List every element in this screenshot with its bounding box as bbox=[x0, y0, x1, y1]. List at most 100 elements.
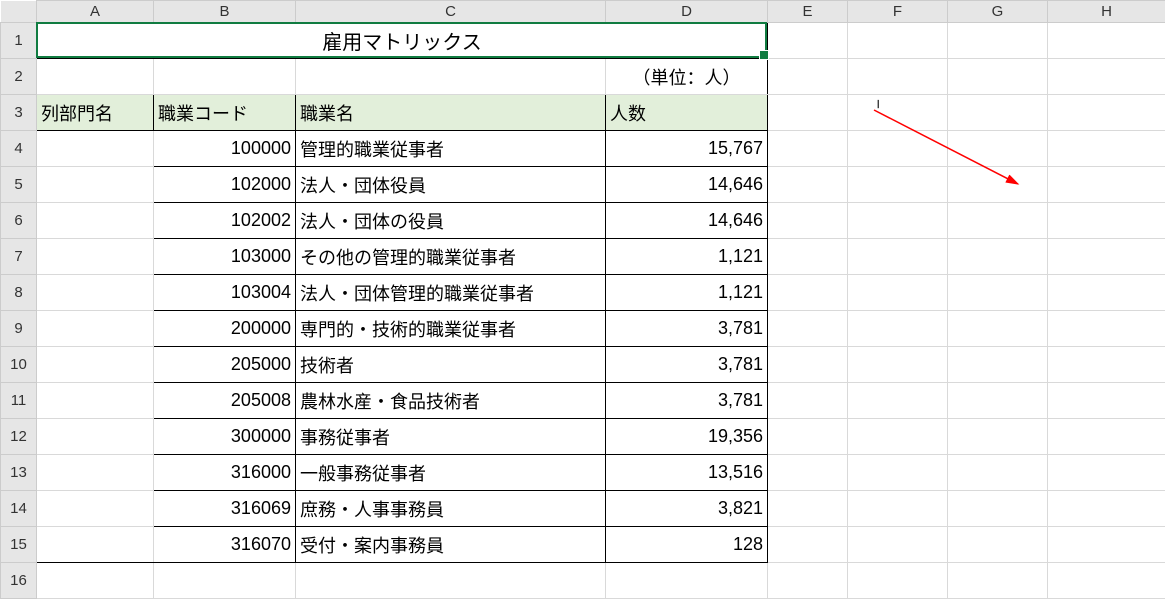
cell-H14[interactable] bbox=[1048, 491, 1165, 527]
cell-E1[interactable] bbox=[768, 23, 848, 59]
row-header-5[interactable]: 5 bbox=[1, 167, 37, 203]
cell-F8[interactable] bbox=[848, 275, 948, 311]
title-cell[interactable]: 雇用マトリックス bbox=[37, 23, 768, 59]
cell-E16[interactable] bbox=[768, 563, 848, 599]
cell-G4[interactable] bbox=[948, 131, 1048, 167]
cell-D16[interactable] bbox=[606, 563, 768, 599]
cell-H7[interactable] bbox=[1048, 239, 1165, 275]
header-occ-name[interactable]: 職業名 bbox=[296, 95, 606, 131]
cell-C4[interactable]: 管理的職業従事者 bbox=[296, 131, 606, 167]
cell-A5[interactable] bbox=[37, 167, 154, 203]
row-header-4[interactable]: 4 bbox=[1, 131, 37, 167]
col-header-E[interactable]: E bbox=[768, 1, 848, 23]
cell-A8[interactable] bbox=[37, 275, 154, 311]
cell-F4[interactable] bbox=[848, 131, 948, 167]
cell-C10[interactable]: 技術者 bbox=[296, 347, 606, 383]
cell-G5[interactable] bbox=[948, 167, 1048, 203]
cell-G15[interactable] bbox=[948, 527, 1048, 563]
cell-D6[interactable]: 14,646 bbox=[606, 203, 768, 239]
cell-G16[interactable] bbox=[948, 563, 1048, 599]
cell-G9[interactable] bbox=[948, 311, 1048, 347]
cell-F14[interactable] bbox=[848, 491, 948, 527]
row-header-16[interactable]: 16 bbox=[1, 563, 37, 599]
select-all-corner[interactable] bbox=[1, 1, 37, 23]
cell-E15[interactable] bbox=[768, 527, 848, 563]
cell-F13[interactable] bbox=[848, 455, 948, 491]
cell-H9[interactable] bbox=[1048, 311, 1165, 347]
cell-C8[interactable]: 法人・団体管理的職業従事者 bbox=[296, 275, 606, 311]
cell-E7[interactable] bbox=[768, 239, 848, 275]
cell-D8[interactable]: 1,121 bbox=[606, 275, 768, 311]
cell-H10[interactable] bbox=[1048, 347, 1165, 383]
cell-B15[interactable]: 316070 bbox=[154, 527, 296, 563]
col-header-C[interactable]: C bbox=[296, 1, 606, 23]
cell-G8[interactable] bbox=[948, 275, 1048, 311]
row-header-12[interactable]: 12 bbox=[1, 419, 37, 455]
spreadsheet-grid[interactable]: A B C D E F G H 1 雇用マトリックス bbox=[0, 0, 1165, 599]
cell-F6[interactable] bbox=[848, 203, 948, 239]
row-header-8[interactable]: 8 bbox=[1, 275, 37, 311]
col-header-A[interactable]: A bbox=[37, 1, 154, 23]
cell-A9[interactable] bbox=[37, 311, 154, 347]
cell-G2[interactable] bbox=[948, 59, 1048, 95]
cell-E10[interactable] bbox=[768, 347, 848, 383]
cell-A4[interactable] bbox=[37, 131, 154, 167]
cell-E4[interactable] bbox=[768, 131, 848, 167]
row-header-10[interactable]: 10 bbox=[1, 347, 37, 383]
cell-E6[interactable] bbox=[768, 203, 848, 239]
row-header-11[interactable]: 11 bbox=[1, 383, 37, 419]
cell-C5[interactable]: 法人・団体役員 bbox=[296, 167, 606, 203]
cell-B11[interactable]: 205008 bbox=[154, 383, 296, 419]
cell-B16[interactable] bbox=[154, 563, 296, 599]
cell-D7[interactable]: 1,121 bbox=[606, 239, 768, 275]
cell-F5[interactable] bbox=[848, 167, 948, 203]
cell-H11[interactable] bbox=[1048, 383, 1165, 419]
cell-D4[interactable]: 15,767 bbox=[606, 131, 768, 167]
cell-C16[interactable] bbox=[296, 563, 606, 599]
cell-D15[interactable]: 128 bbox=[606, 527, 768, 563]
cell-H4[interactable] bbox=[1048, 131, 1165, 167]
cell-H1[interactable] bbox=[1048, 23, 1165, 59]
cell-F9[interactable] bbox=[848, 311, 948, 347]
cell-E14[interactable] bbox=[768, 491, 848, 527]
cell-E9[interactable] bbox=[768, 311, 848, 347]
cell-B13[interactable]: 316000 bbox=[154, 455, 296, 491]
col-header-F[interactable]: F bbox=[848, 1, 948, 23]
cell-F2[interactable] bbox=[848, 59, 948, 95]
cell-B5[interactable]: 102000 bbox=[154, 167, 296, 203]
cell-A6[interactable] bbox=[37, 203, 154, 239]
cell-A11[interactable] bbox=[37, 383, 154, 419]
cell-H8[interactable] bbox=[1048, 275, 1165, 311]
cell-E3[interactable] bbox=[768, 95, 848, 131]
cell-C6[interactable]: 法人・団体の役員 bbox=[296, 203, 606, 239]
cell-B6[interactable]: 102002 bbox=[154, 203, 296, 239]
cell-C14[interactable]: 庶務・人事事務員 bbox=[296, 491, 606, 527]
row-header-3[interactable]: 3 bbox=[1, 95, 37, 131]
cell-H6[interactable] bbox=[1048, 203, 1165, 239]
cell-F12[interactable] bbox=[848, 419, 948, 455]
cell-G10[interactable] bbox=[948, 347, 1048, 383]
cell-C2[interactable] bbox=[296, 59, 606, 95]
cell-C13[interactable]: 一般事務従事者 bbox=[296, 455, 606, 491]
cell-A12[interactable] bbox=[37, 419, 154, 455]
header-count[interactable]: 人数 bbox=[606, 95, 768, 131]
cell-B9[interactable]: 200000 bbox=[154, 311, 296, 347]
col-header-G[interactable]: G bbox=[948, 1, 1048, 23]
cell-H15[interactable] bbox=[1048, 527, 1165, 563]
row-header-14[interactable]: 14 bbox=[1, 491, 37, 527]
cell-F15[interactable] bbox=[848, 527, 948, 563]
cell-H5[interactable] bbox=[1048, 167, 1165, 203]
cell-H16[interactable] bbox=[1048, 563, 1165, 599]
cell-A10[interactable] bbox=[37, 347, 154, 383]
cell-B8[interactable]: 103004 bbox=[154, 275, 296, 311]
cell-B10[interactable]: 205000 bbox=[154, 347, 296, 383]
row-header-15[interactable]: 15 bbox=[1, 527, 37, 563]
cell-C9[interactable]: 専門的・技術的職業従事者 bbox=[296, 311, 606, 347]
cell-A14[interactable] bbox=[37, 491, 154, 527]
cell-H13[interactable] bbox=[1048, 455, 1165, 491]
row-header-2[interactable]: 2 bbox=[1, 59, 37, 95]
cell-E2[interactable] bbox=[768, 59, 848, 95]
cell-G3[interactable] bbox=[948, 95, 1048, 131]
cell-A7[interactable] bbox=[37, 239, 154, 275]
cell-B2[interactable] bbox=[154, 59, 296, 95]
